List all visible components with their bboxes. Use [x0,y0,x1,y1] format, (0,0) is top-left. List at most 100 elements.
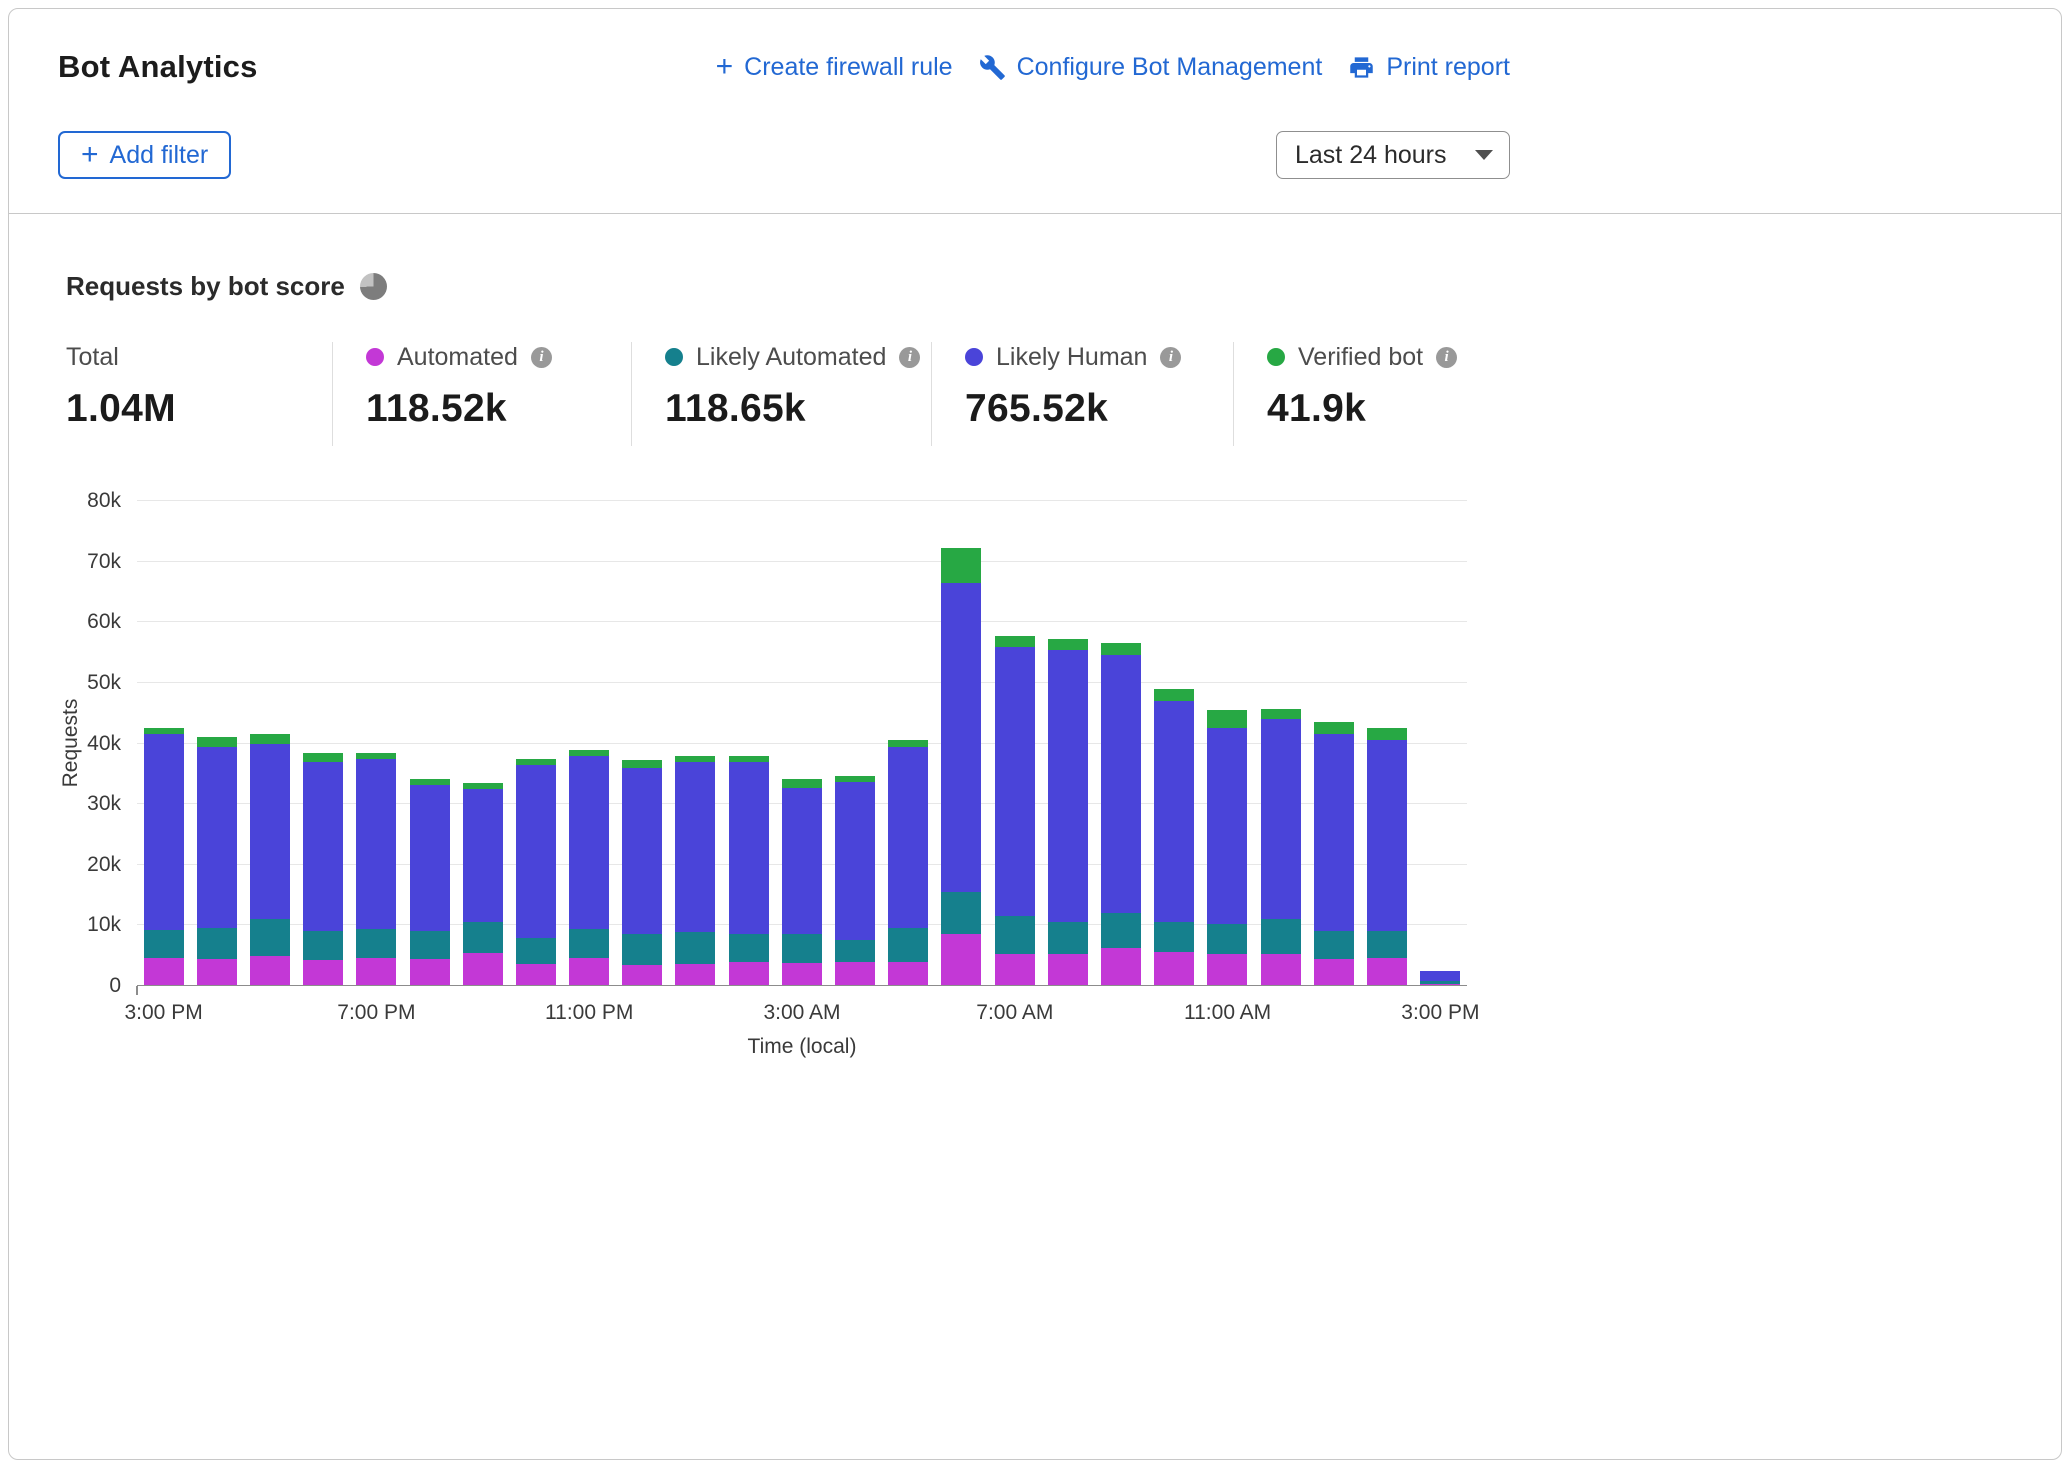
info-icon[interactable] [1160,347,1181,368]
x-tick-label: 3:00 AM [763,1001,840,1025]
print-report-link[interactable]: Print report [1348,53,1510,82]
bar-segment-automated [250,956,290,986]
bar-segment-automated [995,954,1035,986]
bar-segment-likely-automated [197,928,237,958]
bar-segment-likely-automated [1367,931,1407,958]
wrench-icon [979,54,1006,81]
bar-segment-verified-bot [1261,709,1301,719]
bar-segment-automated [729,962,769,986]
axis-tick [136,986,138,995]
bar-segment-likely-human [1101,655,1141,913]
info-icon[interactable] [531,347,552,368]
bar-segment-verified-bot [995,636,1035,647]
stat-value: 41.9k [1267,387,1510,431]
info-icon[interactable] [899,347,920,368]
bar-segment-likely-automated [622,934,662,964]
legend-dot-likely-human [965,348,983,366]
bar-segment-verified-bot [1101,643,1141,655]
bar-segment-likely-human [941,583,981,892]
bar-segment-likely-human [675,762,715,932]
bar [782,501,822,986]
info-icon[interactable] [1436,347,1457,368]
bar-segment-likely-automated [888,928,928,961]
stat-label: Likely Automated [696,343,886,372]
bar-segment-likely-human [516,765,556,938]
printer-icon [1348,54,1375,81]
bar-segment-likely-automated [1207,924,1247,954]
x-tick-label: 3:00 PM [1401,1001,1479,1025]
bar-segment-automated [622,965,662,986]
section-title: Requests by bot score [66,271,345,302]
create-firewall-rule-link[interactable]: Create firewall rule [716,53,953,82]
legend-dot-verified-bot [1267,348,1285,366]
bar-segment-likely-human [995,647,1035,917]
x-tick-label: 3:00 PM [124,1001,202,1025]
y-tick-label: 70k [87,550,121,574]
x-axis-labels: 3:00 PM7:00 PM11:00 PM3:00 AM7:00 AM11:0… [137,1001,1467,1029]
y-axis-labels: 010k20k30k40k50k60k70k80k [29,501,121,986]
bar-segment-automated [1207,954,1247,986]
x-tick-label: 7:00 AM [976,1001,1053,1025]
header-actions: Create firewall rule Configure Bot Manag… [716,53,1510,82]
add-filter-label: Add filter [110,141,209,170]
bar [463,501,503,986]
bar-segment-likely-human [144,734,184,930]
bar-segment-likely-human [782,788,822,934]
bar-segment-automated [516,964,556,986]
bar [516,501,556,986]
x-tick-label: 11:00 AM [1184,1001,1271,1025]
bar [729,501,769,986]
add-filter-button[interactable]: Add filter [58,131,231,179]
configure-bot-management-link[interactable]: Configure Bot Management [979,53,1323,82]
bar-segment-likely-human [1154,701,1194,922]
bar-segment-likely-human [250,744,290,920]
bar-segment-likely-human [622,768,662,935]
plus-icon [81,144,99,166]
bars-container [137,501,1467,986]
stats-row: Total 1.04M Automated 118.52k Likely Aut… [58,342,1510,446]
bar-segment-likely-human [1314,734,1354,931]
bar [1207,501,1247,986]
bar-segment-likely-human [463,789,503,922]
bar-segment-likely-human [410,785,450,932]
time-range-select[interactable]: Last 24 hours [1276,131,1510,179]
bar-segment-likely-automated [1314,931,1354,959]
bar-segment-likely-human [1048,650,1088,923]
bar-segment-verified-bot [197,737,237,746]
bar-segment-likely-automated [782,934,822,963]
bar [197,501,237,986]
x-tick-label: 11:00 PM [545,1001,633,1025]
bar-segment-likely-automated [1101,913,1141,949]
bar-segment-likely-human [1367,740,1407,930]
bar [144,501,184,986]
bar-segment-likely-automated [516,938,556,965]
bar-segment-verified-bot [1048,639,1088,650]
bar [995,501,1035,986]
bar-segment-verified-bot [1154,689,1194,701]
bar-segment-verified-bot [250,734,290,743]
configure-bot-management-label: Configure Bot Management [1017,53,1323,82]
pie-chart-icon [360,273,387,300]
stat-value: 765.52k [965,387,1233,431]
card-header: Bot Analytics Create firewall rule Confi… [9,9,2061,214]
bar [1420,501,1460,986]
bar-segment-verified-bot [1367,728,1407,740]
bar-segment-likely-automated [303,931,343,959]
bar-segment-likely-human [888,747,928,929]
bar-segment-likely-automated [356,929,396,958]
y-tick-label: 20k [87,853,121,877]
y-tick-label: 30k [87,792,121,816]
stat-likely-human: Likely Human 765.52k [931,342,1233,446]
bar [1101,501,1141,986]
stat-likely-automated: Likely Automated 118.65k [631,342,931,446]
stat-label: Total [66,343,119,372]
bar-segment-automated [675,964,715,986]
stat-label: Automated [397,343,518,372]
bar-segment-automated [410,959,450,986]
bar-segment-automated [941,934,981,986]
bar-segment-likely-human [569,756,609,929]
bar-segment-likely-automated [250,919,290,955]
y-tick-label: 40k [87,732,121,756]
bar-segment-verified-bot [1207,710,1247,728]
x-axis-line [137,985,1467,986]
